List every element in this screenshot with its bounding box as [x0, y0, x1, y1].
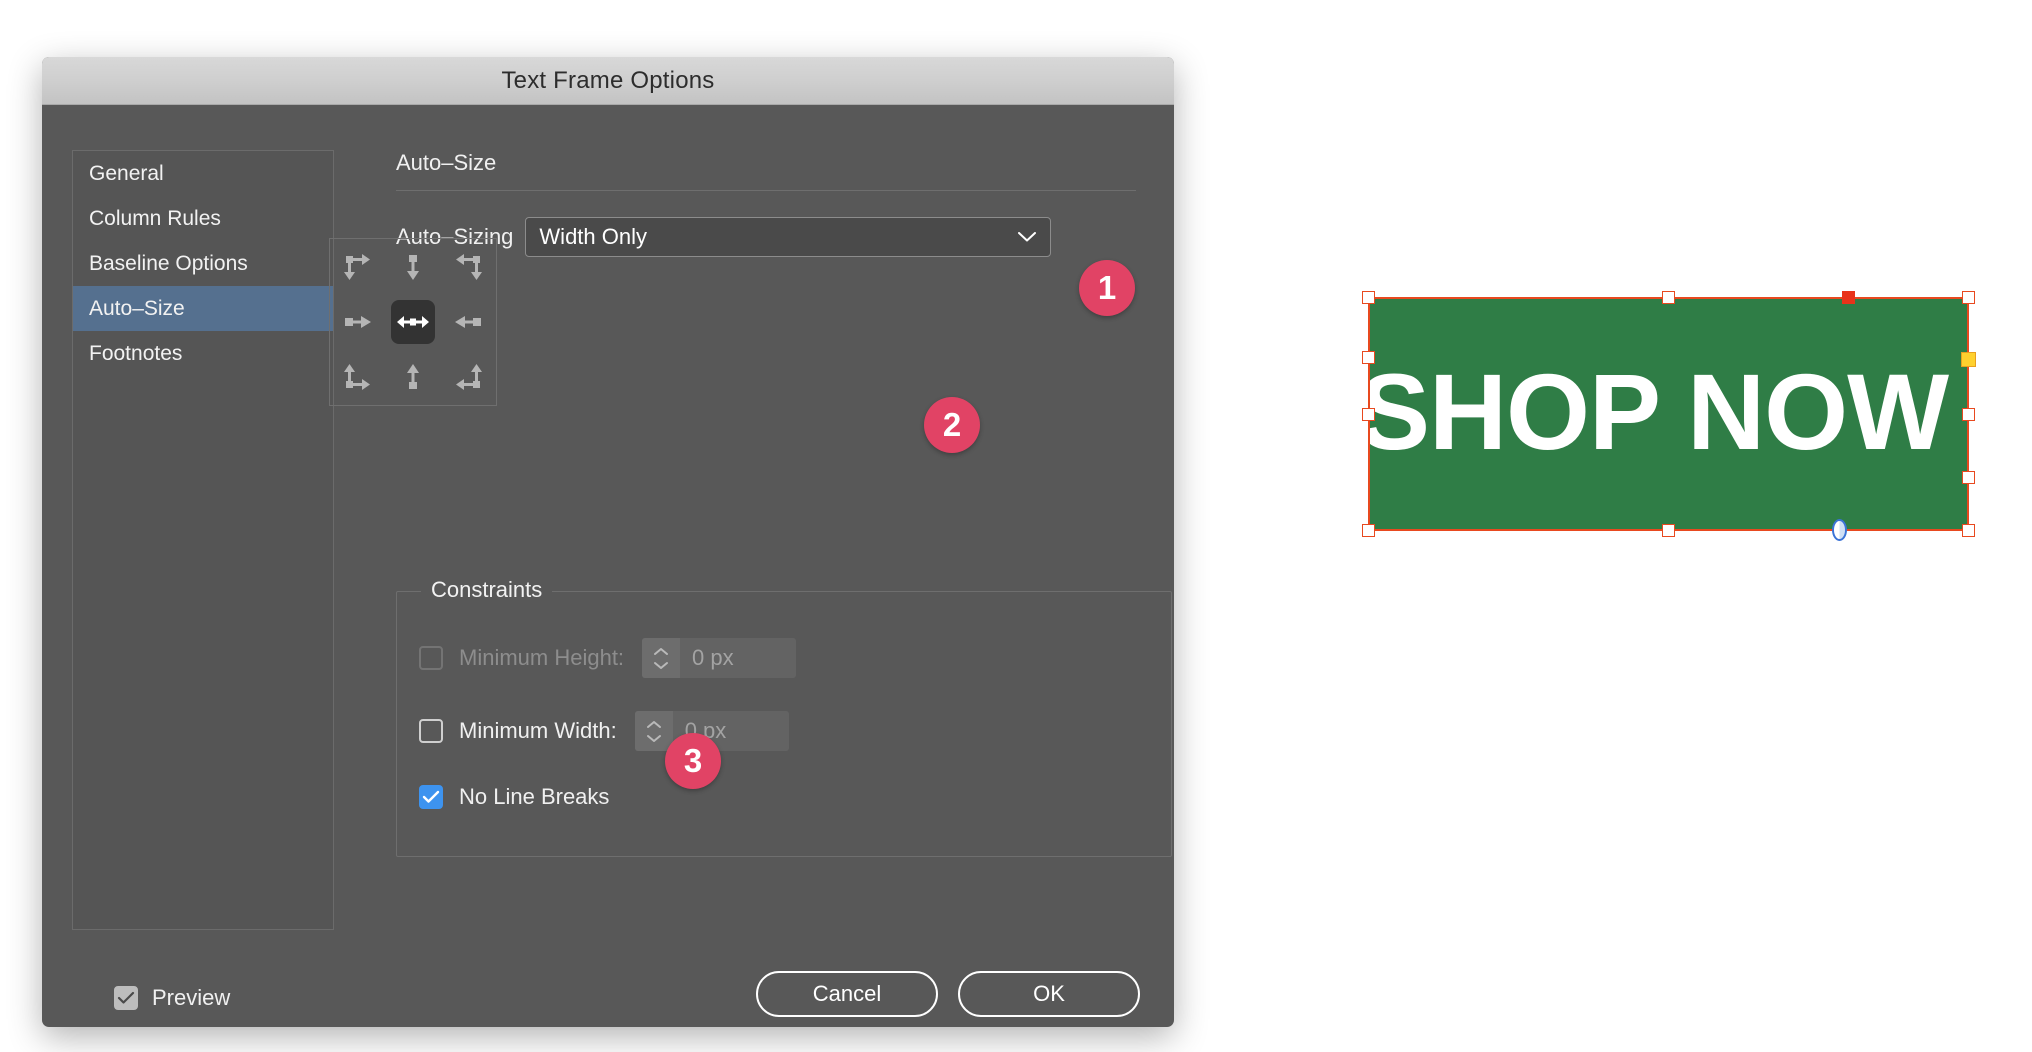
auto-size-width-handle-right[interactable]: [1961, 352, 1976, 367]
preview-row: Preview: [114, 985, 230, 1011]
auto-size-anchor-grid[interactable]: [329, 238, 497, 406]
minimum-width-label: Minimum Width:: [459, 718, 617, 743]
resize-up-right-icon: [340, 360, 376, 394]
auto-sizing-dropdown[interactable]: Width Only: [525, 217, 1052, 257]
pane-divider: [396, 190, 1136, 191]
anchor-cell-top-center[interactable]: [385, 239, 440, 294]
anchor-cell-bottom-center[interactable]: [385, 350, 440, 405]
anchor-cell-bottom-left[interactable]: [330, 350, 385, 405]
anchor-cell-middle-center[interactable]: [391, 300, 435, 344]
selection-handle-right-lower[interactable]: [1962, 471, 1975, 484]
resize-down-left-icon: [450, 250, 486, 284]
minimum-height-stepper[interactable]: [642, 638, 681, 678]
selection-handle-middle-right[interactable]: [1962, 408, 1975, 421]
sidebar-item-general[interactable]: General: [73, 151, 333, 196]
sidebar-item-label: Footnotes: [89, 341, 183, 365]
selection-handle-left-upper[interactable]: [1362, 351, 1375, 364]
minimum-width-checkbox[interactable]: [419, 719, 443, 743]
dialog-title: Text Frame Options: [501, 66, 715, 94]
selection-handle-top-right[interactable]: [1962, 291, 1975, 304]
constraints-legend: Constraints: [421, 577, 553, 603]
resize-horizontal-icon: [395, 305, 431, 339]
canvas-artwork: SHOP NOW: [1355, 280, 2015, 560]
resize-up-left-icon: [450, 360, 486, 394]
minimum-height-field[interactable]: 0 px: [642, 638, 797, 678]
minimum-height-value: 0 px: [692, 645, 734, 670]
sidebar-item-label: Column Rules: [89, 206, 221, 230]
text-frame-options-dialog: Text Frame Options General Column Rules …: [42, 57, 1174, 1027]
preview-checkbox[interactable]: [114, 986, 138, 1010]
callout-badge-3: 3: [665, 733, 721, 789]
minimum-width-row: Minimum Width: 0 px: [419, 711, 789, 751]
selection-handle-bottom-right[interactable]: [1962, 524, 1975, 537]
selection-handle-bottom-left[interactable]: [1362, 524, 1375, 537]
minimum-height-row: Minimum Height: 0 px: [419, 638, 797, 678]
auto-sizing-value: Width Only: [539, 224, 648, 249]
auto-size-active-handle-top[interactable]: [1842, 291, 1855, 304]
chevron-down-icon: [1018, 232, 1037, 242]
sidebar-item-footnotes[interactable]: Footnotes: [73, 331, 333, 376]
minimum-height-label: Minimum Height:: [459, 645, 625, 670]
callout-badge-2: 2: [924, 397, 980, 453]
shop-now-text-frame[interactable]: SHOP NOW: [1358, 298, 1968, 530]
sidebar-item-column-rules[interactable]: Column Rules: [73, 196, 333, 241]
no-line-breaks-row: No Line Breaks: [419, 784, 609, 810]
resize-left-icon: [450, 305, 486, 339]
minimum-height-checkbox[interactable]: [419, 646, 443, 670]
selection-handle-bottom-center[interactable]: [1662, 524, 1675, 537]
resize-down-icon: [395, 250, 431, 284]
selection-handle-middle-left[interactable]: [1362, 408, 1375, 421]
sidebar-item-auto-size[interactable]: Auto–Size: [73, 286, 333, 331]
constraints-group: Constraints Minimum Height: 0 px Minimum…: [396, 577, 1172, 857]
resize-up-icon: [395, 360, 431, 394]
sidebar-item-label: Baseline Options: [89, 251, 248, 275]
options-sidebar: General Column Rules Baseline Options Au…: [72, 150, 334, 930]
anchor-cell-middle-left[interactable]: [330, 294, 385, 349]
auto-sizing-row: Auto–Sizing Width Only: [396, 217, 1142, 257]
resize-down-right-icon: [340, 250, 376, 284]
anchor-cell-top-right[interactable]: [441, 239, 496, 294]
cancel-button[interactable]: Cancel: [756, 971, 938, 1017]
callout-badge-1: 1: [1079, 260, 1135, 316]
resize-right-icon: [340, 305, 376, 339]
pane-title: Auto–Size: [396, 150, 497, 175]
anchor-cell-top-left[interactable]: [330, 239, 385, 294]
screen: Text Frame Options General Column Rules …: [0, 0, 2032, 1052]
ok-button[interactable]: OK: [958, 971, 1140, 1017]
no-line-breaks-label: No Line Breaks: [459, 784, 610, 809]
anchor-cell-bottom-right[interactable]: [441, 350, 496, 405]
text-frame-out-port-icon[interactable]: [1832, 519, 1847, 541]
sidebar-item-label: General: [89, 161, 164, 185]
sidebar-item-baseline-options[interactable]: Baseline Options: [73, 241, 333, 286]
anchor-cell-middle-right[interactable]: [441, 294, 496, 349]
selection-handle-top-left[interactable]: [1362, 291, 1375, 304]
dialog-titlebar[interactable]: Text Frame Options: [42, 57, 1174, 105]
no-line-breaks-checkbox[interactable]: [419, 785, 443, 809]
preview-label: Preview: [152, 985, 231, 1010]
shop-now-text: SHOP NOW: [1358, 351, 1949, 472]
minimum-width-stepper[interactable]: [634, 711, 673, 751]
sidebar-item-label: Auto–Size: [89, 296, 185, 320]
dialog-body: General Column Rules Baseline Options Au…: [42, 105, 1174, 1027]
selection-handle-top-center[interactable]: [1662, 291, 1675, 304]
